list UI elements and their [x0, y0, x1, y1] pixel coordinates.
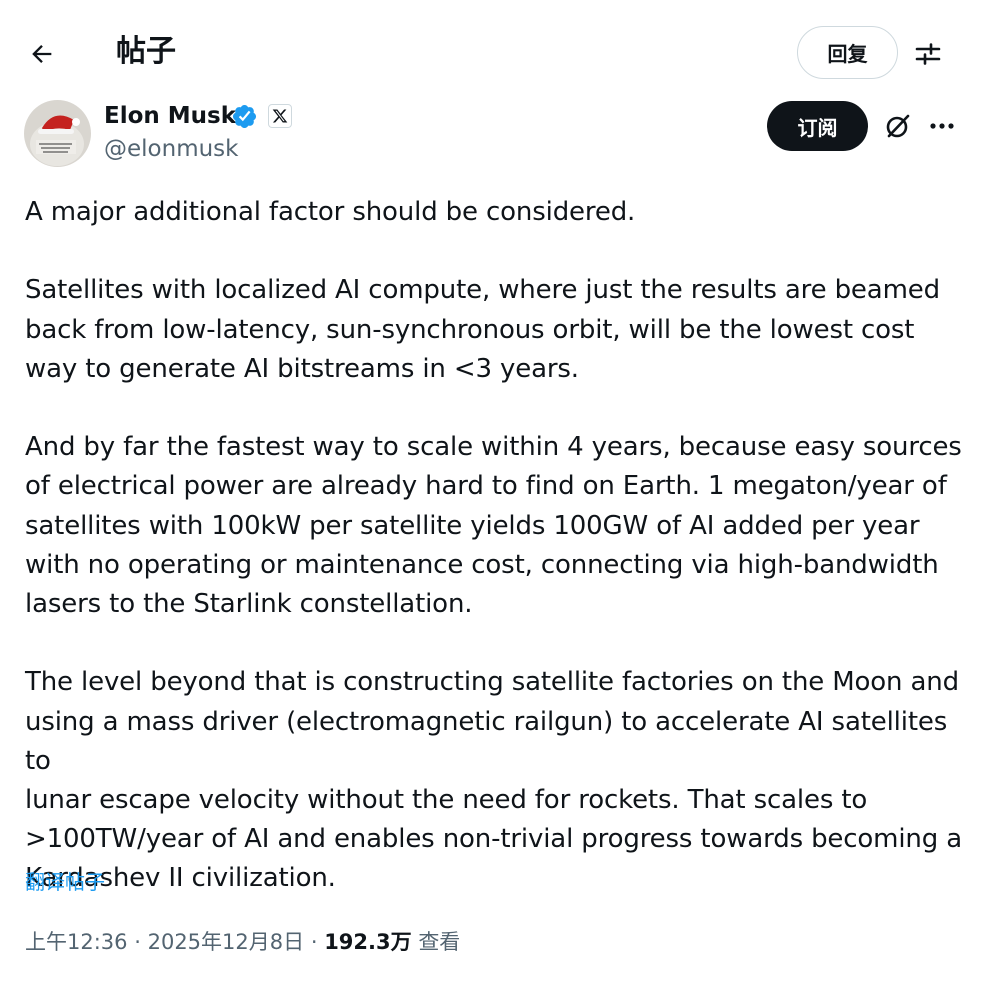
grok-button[interactable] [878, 106, 918, 146]
tweet-text: A major additional factor should be cons… [25, 193, 975, 899]
reply-button[interactable]: 回复 [797, 26, 898, 79]
x-logo-icon[interactable] [268, 104, 292, 128]
post-time[interactable]: 上午12:36 [25, 930, 128, 954]
post-meta: 上午12:36 · 2025年12月8日 · 192.3万 查看 [25, 926, 460, 958]
tweet-paragraph: A major additional factor should be cons… [25, 197, 636, 227]
avatar[interactable] [24, 100, 91, 167]
back-button[interactable] [20, 32, 64, 76]
author-name[interactable]: Elon Musk [104, 100, 236, 132]
page-title: 帖子 [116, 34, 176, 69]
tweet-paragraph: Satellites with localized AI compute, wh… [25, 275, 940, 384]
grok-icon [886, 114, 910, 138]
views-label: 查看 [418, 930, 461, 954]
meta-separator: · [310, 930, 318, 954]
meta-separator: · [134, 930, 141, 954]
arrow-left-icon [32, 45, 52, 63]
more-button[interactable] [922, 106, 962, 146]
avatar-image [24, 100, 91, 167]
post-detail-page: 帖子 回复 Elon Musk @elonmusk 订阅 A major add… [0, 0, 1000, 983]
author-handle[interactable]: @elonmusk [104, 133, 238, 165]
sliders-icon [915, 43, 941, 65]
tweet-paragraph: The level beyond that is constructing sa… [25, 667, 963, 894]
header-bar: 帖子 回复 [0, 0, 1000, 100]
more-dots-icon [930, 123, 954, 129]
views-count[interactable]: 192.3万 [324, 930, 411, 954]
subscribe-button[interactable]: 订阅 [767, 101, 868, 151]
translate-post-link[interactable]: 翻译帖子 [25, 868, 105, 896]
tweet-paragraph: And by far the fastest way to scale with… [25, 432, 962, 619]
filter-button[interactable] [906, 32, 950, 76]
verified-badge-icon [231, 103, 258, 130]
post-date[interactable]: 2025年12月8日 [148, 930, 305, 954]
